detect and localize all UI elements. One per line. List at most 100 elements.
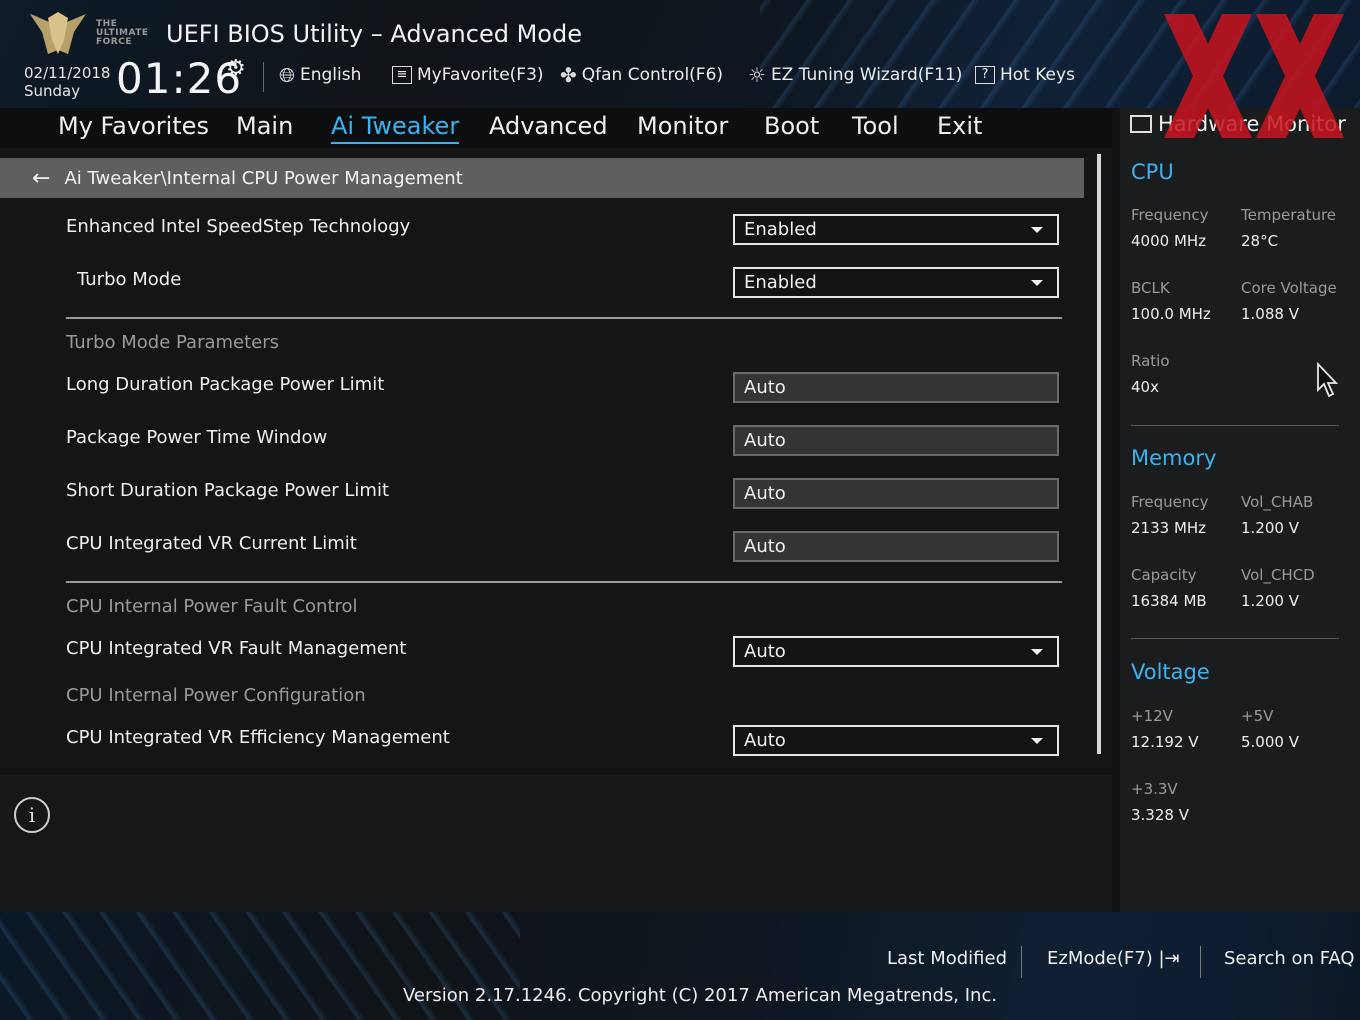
mem-frequency-value: 2133 MHz <box>1131 519 1207 537</box>
clock-time: 01:26 <box>116 54 243 103</box>
logo-text: THE ULTIMATE FORCE <box>96 20 149 47</box>
fan-icon: ✤ <box>560 63 577 87</box>
turbo-mode-label: Turbo Mode <box>77 269 182 290</box>
chevron-down-icon <box>1031 649 1043 655</box>
tab-monitor[interactable]: Monitor <box>637 112 728 140</box>
tab-main[interactable]: Main <box>236 112 293 140</box>
myfavorite-button[interactable]: ≡ MyFavorite(F3) <box>392 62 544 88</box>
capacity-label: Capacity <box>1131 566 1197 584</box>
monitor-icon <box>1130 115 1152 133</box>
short-duration-field[interactable]: Auto <box>733 478 1059 509</box>
list-icon: ≡ <box>392 66 412 84</box>
vr-efficiency-select[interactable]: Auto <box>733 725 1059 756</box>
section-divider <box>66 317 1062 319</box>
v5-label: +5V <box>1241 707 1274 725</box>
vr-efficiency-value: Auto <box>744 730 786 751</box>
info-icon: i <box>14 797 50 833</box>
turbo-mode-value: Enabled <box>744 272 817 293</box>
short-duration-label: Short Duration Package Power Limit <box>66 480 390 501</box>
ezmode-label: EzMode(F7) <box>1047 948 1153 969</box>
turbo-parameters-heading: Turbo Mode Parameters <box>66 332 280 353</box>
vr-current-label: CPU Integrated VR Current Limit <box>66 533 357 554</box>
long-duration-label: Long Duration Package Power Limit <box>66 374 385 395</box>
breadcrumb: ← Ai Tweaker\Internal CPU Power Manageme… <box>0 158 1084 198</box>
chevron-down-icon <box>1031 227 1043 233</box>
hot-keys-button[interactable]: ? Hot Keys <box>975 62 1075 88</box>
language-label: English <box>300 65 362 85</box>
search-faq-button[interactable]: Search on FAQ <box>1224 948 1355 969</box>
speedstep-value: Enabled <box>744 219 817 240</box>
back-arrow-icon[interactable]: ← <box>32 166 50 191</box>
breadcrumb-text: Ai Tweaker\Internal CPU Power Management <box>64 167 463 189</box>
power-config-heading: CPU Internal Power Configuration <box>66 685 366 706</box>
tab-boot[interactable]: Boot <box>764 112 819 140</box>
tab-ai-tweaker[interactable]: Ai Tweaker <box>331 112 460 144</box>
footer-bar: Last Modified EzMode(F7) |⇥ Search on FA… <box>0 912 1360 1020</box>
bclk-value: 100.0 MHz <box>1131 305 1211 323</box>
fault-control-heading: CPU Internal Power Fault Control <box>66 596 358 617</box>
speedstep-label: Enhanced Intel SpeedStep Technology <box>66 216 411 237</box>
vol-chcd-label: Vol_CHCD <box>1241 566 1315 584</box>
hardware-monitor-title: Hardware Monitor <box>1130 112 1346 136</box>
footer-separator <box>1200 946 1201 978</box>
hot-keys-label: Hot Keys <box>1000 65 1075 85</box>
chevron-down-icon <box>1031 280 1043 286</box>
tab-advanced[interactable]: Advanced <box>489 112 608 140</box>
vr-fault-value: Auto <box>744 641 786 662</box>
mouse-cursor-icon <box>1317 362 1338 398</box>
long-duration-field[interactable]: Auto <box>733 372 1059 403</box>
logo-line: FORCE <box>96 37 132 47</box>
footer-separator <box>1021 946 1022 978</box>
tab-my-favorites[interactable]: My Favorites <box>58 112 209 140</box>
turbo-mode-select[interactable]: Enabled <box>733 267 1059 298</box>
scrollbar[interactable] <box>1097 154 1101 754</box>
ez-tuning-label: EZ Tuning Wizard(F11) <box>770 65 963 85</box>
time-window-label: Package Power Time Window <box>66 427 328 448</box>
main-nav: My Favorites Main Ai Tweaker Advanced Mo… <box>0 108 1112 148</box>
v5-value: 5.000 V <box>1241 733 1299 751</box>
ez-tuning-wizard-button[interactable]: ☼ EZ Tuning Wizard(F11) <box>748 62 962 88</box>
date-text: 02/11/2018 <box>24 64 111 82</box>
vr-current-field[interactable]: Auto <box>733 531 1059 562</box>
gear-icon[interactable]: ⚙ <box>226 56 246 81</box>
core-voltage-label: Core Voltage <box>1241 279 1337 297</box>
day-text: Sunday <box>24 82 81 100</box>
qfan-control-button[interactable]: ✤ Qfan Control(F6) <box>560 62 723 88</box>
settings-panel: ← Ai Tweaker\Internal CPU Power Manageme… <box>0 148 1112 768</box>
vr-fault-select[interactable]: Auto <box>733 636 1059 667</box>
header-bar: THE ULTIMATE FORCE UEFI BIOS Utility – A… <box>0 0 1360 108</box>
tab-tool[interactable]: Tool <box>852 112 899 140</box>
speedstep-select[interactable]: Enabled <box>733 214 1059 245</box>
cpu-temperature-value: 28°C <box>1241 232 1279 250</box>
vr-efficiency-label: CPU Integrated VR Efficiency Management <box>66 727 450 748</box>
cpu-heading: CPU <box>1131 160 1174 184</box>
section-divider <box>66 581 1062 583</box>
bclk-label: BCLK <box>1131 279 1170 297</box>
vr-fault-label: CPU Integrated VR Fault Management <box>66 638 407 659</box>
ratio-value: 40x <box>1131 378 1159 396</box>
lightbulb-icon: ☼ <box>748 63 766 87</box>
v12-value: 12.192 V <box>1131 733 1199 751</box>
hardware-monitor-panel: Hardware Monitor CPU Frequency Temperatu… <box>1120 108 1360 912</box>
hw-divider <box>1131 638 1339 639</box>
app-title: UEFI BIOS Utility – Advanced Mode <box>166 20 582 48</box>
language-button[interactable]: 🌐︎ English <box>279 62 361 88</box>
voltage-heading: Voltage <box>1131 660 1210 684</box>
cpu-temperature-label: Temperature <box>1241 206 1337 224</box>
v33-value: 3.328 V <box>1131 806 1189 824</box>
vol-chab-label: Vol_CHAB <box>1241 493 1314 511</box>
mem-frequency-label: Frequency <box>1131 493 1209 511</box>
tab-exit[interactable]: Exit <box>937 112 982 140</box>
qfan-label: Qfan Control(F6) <box>581 65 724 85</box>
vol-chcd-value: 1.200 V <box>1241 592 1299 610</box>
cpu-frequency-label: Frequency <box>1131 206 1209 224</box>
chevron-down-icon <box>1031 738 1043 744</box>
exit-arrow-icon: |⇥ <box>1158 948 1180 969</box>
v33-label: +3.3V <box>1131 780 1178 798</box>
ezmode-button[interactable]: EzMode(F7) |⇥ <box>1047 948 1180 969</box>
last-modified-button[interactable]: Last Modified <box>887 948 1007 969</box>
time-window-field[interactable]: Auto <box>733 425 1059 456</box>
capacity-value: 16384 MB <box>1131 592 1207 610</box>
header-separator <box>263 62 264 92</box>
vol-chab-value: 1.200 V <box>1241 519 1299 537</box>
